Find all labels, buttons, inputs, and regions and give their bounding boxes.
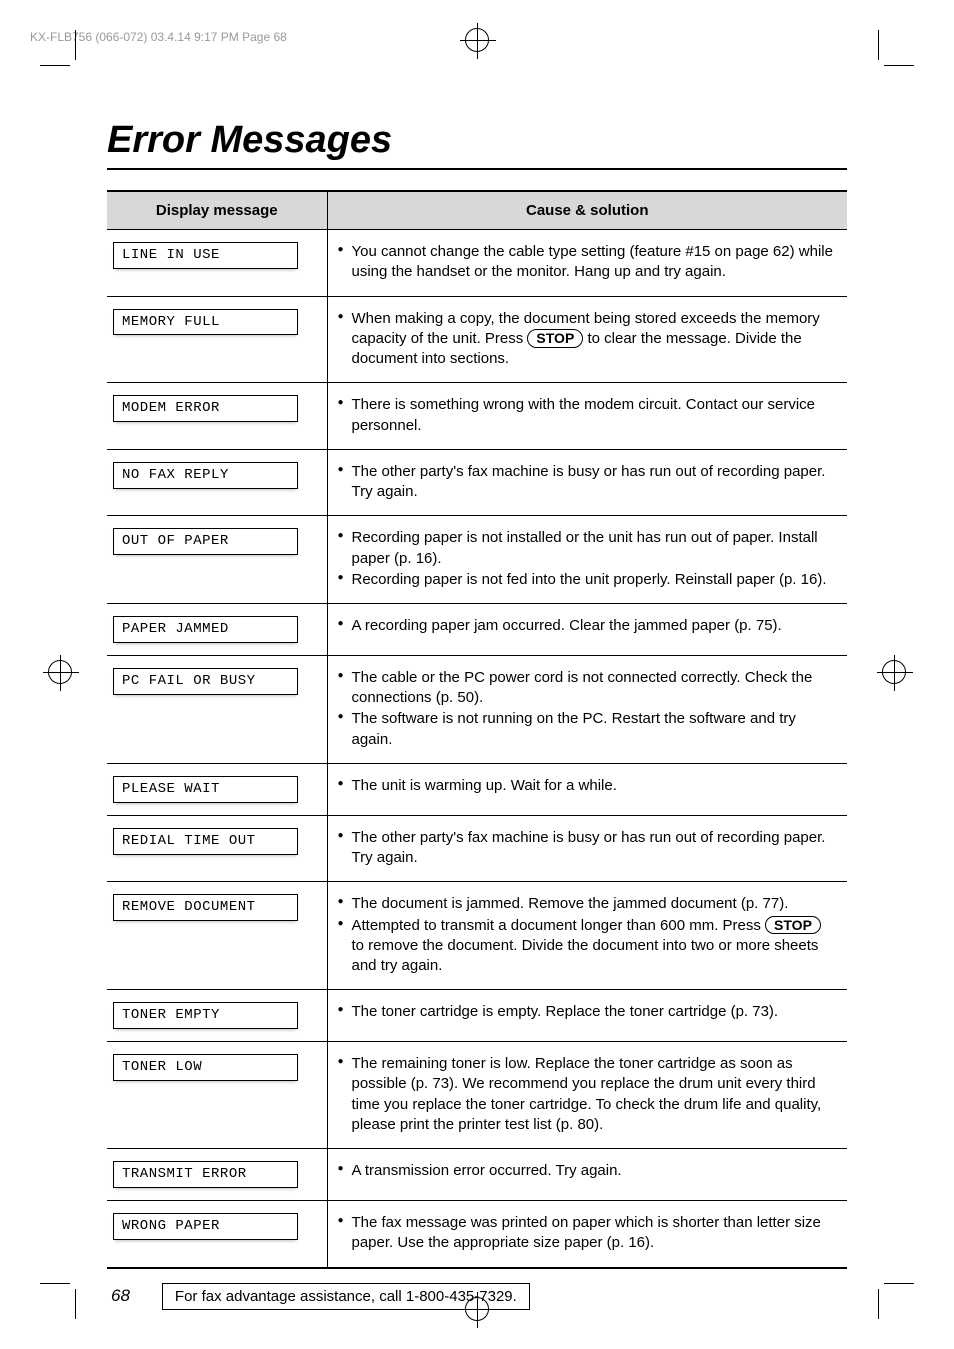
- table-row: PLEASE WAIT The unit is warming up. Wait …: [107, 763, 847, 815]
- solution-item: The cable or the PC power cord is not co…: [338, 668, 838, 709]
- solution-item: The software is not running on the PC. R…: [338, 709, 838, 750]
- display-message-cell: WRONG PAPER: [107, 1201, 327, 1268]
- display-message-cell: REMOVE DOCUMENT: [107, 882, 327, 990]
- display-message-cell: NO FAX REPLY: [107, 449, 327, 516]
- display-message-cell: MEMORY FULL: [107, 296, 327, 383]
- cause-solution-cell: When making a copy, the document being s…: [327, 296, 847, 383]
- display-message-cell: PAPER JAMMED: [107, 604, 327, 656]
- registration-mark-icon: [882, 660, 906, 684]
- solution-item: There is something wrong with the modem …: [338, 395, 838, 436]
- registration-mark-icon: [465, 28, 489, 52]
- table-row: NO FAX REPLY The other party's fax machin…: [107, 449, 847, 516]
- error-messages-table: Display message Cause & solution LINE IN…: [107, 190, 847, 1269]
- display-message-cell: OUT OF PAPER: [107, 516, 327, 604]
- display-message-box: REDIAL TIME OUT: [113, 828, 298, 855]
- registration-mark-icon: [48, 660, 72, 684]
- table-row: MODEM ERROR There is something wrong with…: [107, 383, 847, 450]
- solution-item: You cannot change the cable type setting…: [338, 242, 838, 283]
- display-message-cell: LINE IN USE: [107, 230, 327, 297]
- table-row: LINE IN USE You cannot change the cable t…: [107, 230, 847, 297]
- solution-item: Attempted to transmit a document longer …: [338, 916, 838, 977]
- solution-item: A recording paper jam occurred. Clear th…: [338, 616, 838, 636]
- solution-item: The remaining toner is low. Replace the …: [338, 1054, 838, 1135]
- cause-solution-cell: The other party's fax machine is busy or…: [327, 815, 847, 882]
- table-row: WRONG PAPER The fax message was printed o…: [107, 1201, 847, 1268]
- cause-solution-cell: The unit is warming up. Wait for a while…: [327, 763, 847, 815]
- table-row: REDIAL TIME OUT The other party's fax mac…: [107, 815, 847, 882]
- cause-solution-cell: The remaining toner is low. Replace the …: [327, 1042, 847, 1149]
- page-number: 68: [111, 1286, 130, 1306]
- display-message-box: NO FAX REPLY: [113, 462, 298, 489]
- table-row: PAPER JAMMED A recording paper jam occurr…: [107, 604, 847, 656]
- display-message-cell: PC FAIL OR BUSY: [107, 655, 327, 763]
- display-message-cell: TONER LOW: [107, 1042, 327, 1149]
- display-message-cell: REDIAL TIME OUT: [107, 815, 327, 882]
- display-message-box: WRONG PAPER: [113, 1213, 298, 1240]
- cause-solution-cell: The fax message was printed on paper whi…: [327, 1201, 847, 1268]
- cause-solution-cell: You cannot change the cable type setting…: [327, 230, 847, 297]
- cause-solution-cell: The cable or the PC power cord is not co…: [327, 655, 847, 763]
- display-message-box: MEMORY FULL: [113, 309, 298, 336]
- table-header-cause: Cause & solution: [327, 191, 847, 230]
- solution-item: The other party's fax machine is busy or…: [338, 828, 838, 869]
- display-message-box: TONER LOW: [113, 1054, 298, 1081]
- solution-item: The unit is warming up. Wait for a while…: [338, 776, 838, 796]
- cause-solution-cell: There is something wrong with the modem …: [327, 383, 847, 450]
- display-message-cell: TRANSMIT ERROR: [107, 1149, 327, 1201]
- cause-solution-cell: Recording paper is not installed or the …: [327, 516, 847, 604]
- solution-item: Recording paper is not installed or the …: [338, 528, 838, 569]
- solution-item: The document is jammed. Remove the jamme…: [338, 894, 838, 914]
- table-row: TRANSMIT ERROR A transmission error occur…: [107, 1149, 847, 1201]
- cause-solution-cell: A recording paper jam occurred. Clear th…: [327, 604, 847, 656]
- cause-solution-cell: The document is jammed. Remove the jamme…: [327, 882, 847, 990]
- solution-item: A transmission error occurred. Try again…: [338, 1161, 838, 1181]
- display-message-box: PC FAIL OR BUSY: [113, 668, 298, 695]
- display-message-box: LINE IN USE: [113, 242, 298, 269]
- solution-item: When making a copy, the document being s…: [338, 309, 838, 370]
- table-row: TONER LOW The remaining toner is low. Rep…: [107, 1042, 847, 1149]
- stop-button-icon: STOP: [765, 916, 821, 935]
- display-message-cell: MODEM ERROR: [107, 383, 327, 450]
- cause-solution-cell: The other party's fax machine is busy or…: [327, 449, 847, 516]
- table-row: MEMORY FULL When making a copy, the docum…: [107, 296, 847, 383]
- table-row: TONER EMPTY The toner cartridge is empty.…: [107, 990, 847, 1042]
- solution-item: Recording paper is not fed into the unit…: [338, 570, 838, 590]
- cause-solution-cell: A transmission error occurred. Try again…: [327, 1149, 847, 1201]
- table-row: REMOVE DOCUMENT The document is jammed. R…: [107, 882, 847, 990]
- solution-item: The toner cartridge is empty. Replace th…: [338, 1002, 838, 1022]
- table-header-display: Display message: [107, 191, 327, 230]
- display-message-box: TONER EMPTY: [113, 1002, 298, 1029]
- table-row: PC FAIL OR BUSY The cable or the PC power…: [107, 655, 847, 763]
- stop-button-icon: STOP: [527, 329, 583, 348]
- display-message-box: MODEM ERROR: [113, 395, 298, 422]
- solution-item: The other party's fax machine is busy or…: [338, 462, 838, 503]
- table-row: OUT OF PAPER Recording paper is not insta…: [107, 516, 847, 604]
- display-message-cell: PLEASE WAIT: [107, 763, 327, 815]
- cause-solution-cell: The toner cartridge is empty. Replace th…: [327, 990, 847, 1042]
- solution-item: The fax message was printed on paper whi…: [338, 1213, 838, 1254]
- display-message-cell: TONER EMPTY: [107, 990, 327, 1042]
- page-title: Error Messages: [107, 119, 847, 170]
- display-message-box: TRANSMIT ERROR: [113, 1161, 298, 1188]
- display-message-box: PAPER JAMMED: [113, 616, 298, 643]
- registration-mark-icon: [465, 1297, 489, 1321]
- display-message-box: REMOVE DOCUMENT: [113, 894, 298, 921]
- display-message-box: PLEASE WAIT: [113, 776, 298, 803]
- display-message-box: OUT OF PAPER: [113, 528, 298, 555]
